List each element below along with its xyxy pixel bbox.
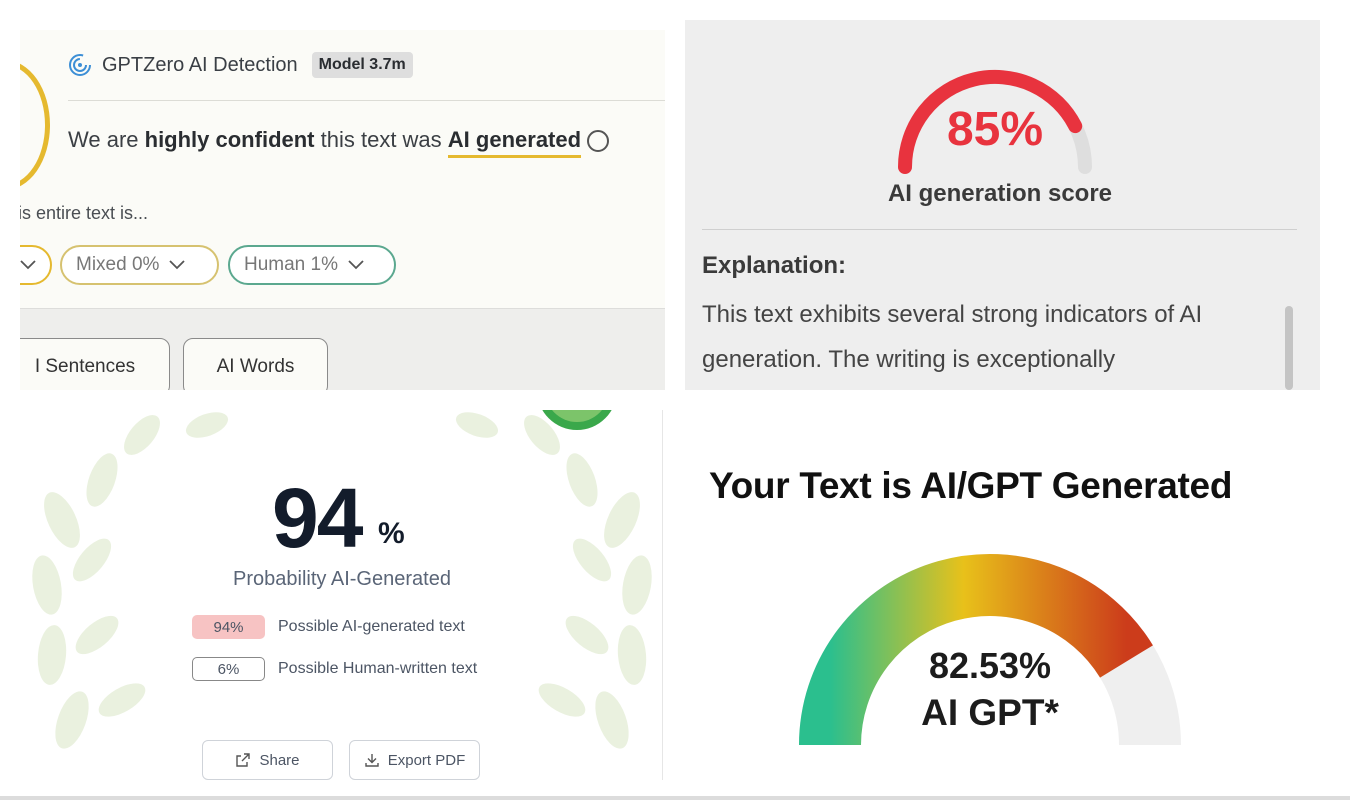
gptzero-logo-icon [69,54,91,76]
entire-text-label: is entire text is... [20,203,149,223]
human-class-dropdown[interactable]: Human 1% [228,245,396,285]
confidence-statement: We are highly confident this text was AI… [68,127,610,158]
explanation-text: This text exhibits several strong indica… [702,301,1203,373]
human-text-row: 6% Possible Human-written text [192,657,477,681]
share-button[interactable]: Share [202,740,333,780]
ai-class-dropdown[interactable] [20,245,52,285]
probability-label: Probability AI-Generated [233,568,451,590]
explanation-scrollbar[interactable] [1285,306,1293,390]
download-icon [365,754,379,767]
gpt-result-panel: Your Text is AI/GPT Generated 82.53% AI … [685,410,1330,755]
probability-value: 94 [272,471,363,565]
model-badge: Model 3.7m [311,52,413,78]
gpt-result-title: Your Text is AI/GPT Generated [709,465,1233,506]
ai-row-label: Possible AI-generated text [278,618,465,635]
bottom-border [0,796,1350,800]
ai-text-row: 94% Possible AI-generated text [192,615,465,639]
confidence-middle: this text was [314,127,448,152]
probability-unit: % [378,517,405,550]
chevron-down-icon [169,260,186,270]
score-divider [702,229,1297,230]
confidence-emphasis: highly confident [144,127,315,152]
mixed-label: Mixed 0% [76,254,160,275]
laurel-wreath-decoration [32,412,652,749]
chevron-down-icon [348,260,364,270]
ai-percent-chip: 94% [192,615,265,639]
score-value: 85% [946,103,1044,156]
chevron-down-icon [20,260,36,270]
human-percent-chip: 6% [192,657,265,681]
share-label: Share [259,751,300,769]
gpt-score-value: 82.53% [928,645,1052,686]
header-divider [68,100,665,101]
gptzero-header: GPTZero AI Detection Model 3.7m [68,52,413,78]
export-pdf-button[interactable]: Export PDF [349,740,480,780]
tab-ai-words[interactable]: AI Words [183,338,328,390]
human-label: Human 1% [244,254,338,275]
human-row-label: Possible Human-written text [278,660,478,677]
probability-panel: 94 % Probability AI-Generated 94% Possib… [22,410,663,780]
gpt-score-label: AI GPT* [921,692,1059,733]
mixed-class-dropdown[interactable]: Mixed 0% [60,245,219,285]
score-ring [20,60,50,190]
explanation-heading: Explanation: [702,252,847,279]
confidence-result[interactable]: AI generated [447,127,582,158]
confidence-prefix: We are [68,127,145,152]
info-icon[interactable] [587,130,610,153]
ai-score-panel: 85% AI generation score Explanation: Thi… [685,20,1320,390]
score-label: AI generation score [887,180,1113,207]
export-label: Export PDF [387,751,466,769]
gptzero-panel: GPTZero AI Detection Model 3.7m We are h… [20,30,665,390]
tab-ai-sentences[interactable]: I Sentences [20,338,170,390]
certified-badge-icon [542,410,612,430]
brand-title: GPTZero AI Detection [102,53,298,76]
share-icon [236,753,251,767]
